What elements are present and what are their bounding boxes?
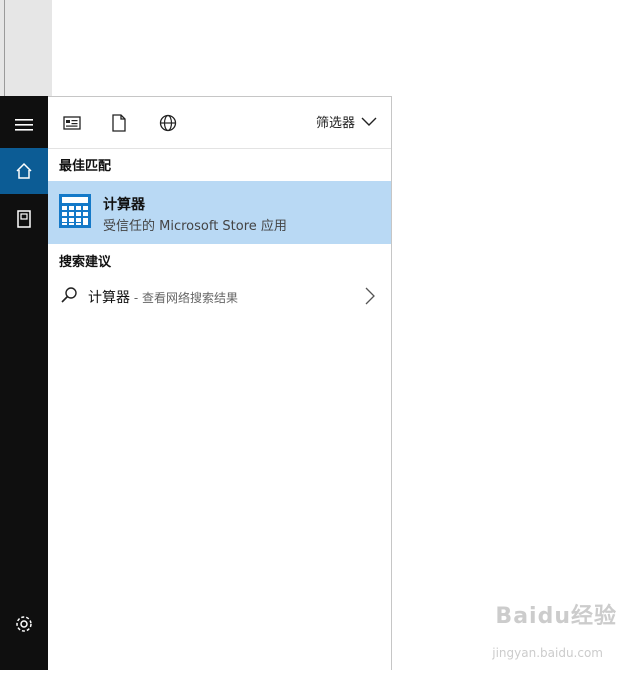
suggestion-hint: - 查看网络搜索结果 [130,291,238,305]
filter-label: 筛选器 [315,116,355,131]
best-match-item[interactable]: 计算器 受信任的 Microsoft Store 应用 [48,181,391,244]
settings-icon[interactable] [0,601,48,647]
suggestion-item[interactable]: 计算器 - 查看网络搜索结果 [48,279,391,313]
suggestion-text: 计算器 - 查看网络搜索结果 [88,287,238,307]
start-sidebar [0,96,48,681]
chevron-down-icon [361,117,377,126]
background-window [0,0,52,96]
chevron-right-icon[interactable] [365,287,375,305]
filter-dropdown[interactable]: 筛选器 [316,112,377,131]
web-globe-icon[interactable] [158,113,178,133]
search-toolbar: 筛选器 [48,97,391,149]
best-match-subtitle: 受信任的 Microsoft Store 应用 [103,219,287,234]
watermark-url: jingyan.baidu.com [492,646,603,660]
apps-icon[interactable] [62,113,82,133]
suggestion-term: 计算器 [88,290,130,306]
search-icon [61,287,77,303]
calculator-app-icon [59,194,91,228]
background-divider [4,0,5,96]
user-icon[interactable] [0,650,48,696]
search-panel: 筛选器 最佳匹配 计算器 受信任的 Microsoft Store 应用 搜索建… [48,96,392,670]
best-match-title: 计算器 [103,197,145,213]
suggestions-heading: 搜索建议 [59,255,112,270]
menu-icon[interactable] [0,102,48,148]
notebook-icon[interactable] [0,196,48,242]
home-icon[interactable] [0,148,48,194]
watermark-brand: Baidu经验 [495,604,617,629]
document-icon[interactable] [109,113,129,133]
best-match-heading: 最佳匹配 [59,159,112,174]
